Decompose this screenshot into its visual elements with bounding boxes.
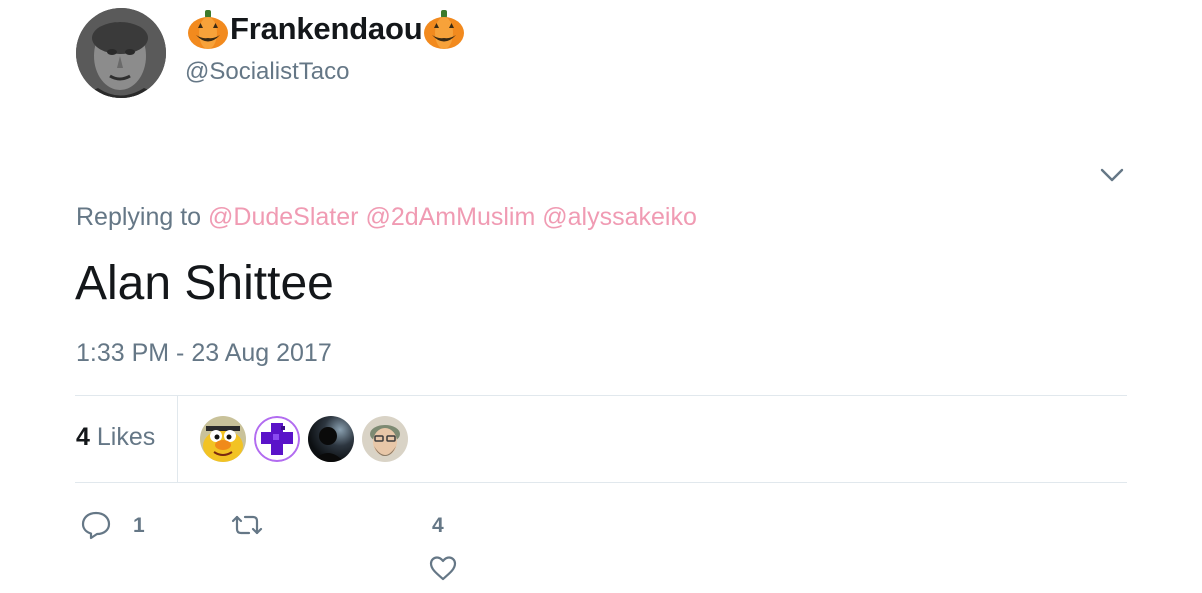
liker-avatar-silhouette[interactable]: [308, 416, 354, 462]
pumpkin-icon: [422, 8, 466, 50]
reply-button[interactable]: [80, 510, 112, 540]
display-name-text: Frankendaou: [230, 11, 423, 46]
heart-icon: [429, 556, 457, 581]
divider: [75, 395, 1127, 396]
mention-link[interactable]: @2dAmMuslim: [365, 203, 535, 231]
replying-prefix: Replying to: [76, 203, 202, 231]
chevron-down-icon[interactable]: [1099, 164, 1125, 186]
divider-vertical: [177, 396, 178, 482]
reply-icon: [81, 511, 111, 540]
liker-avatar-bearded-man[interactable]: [362, 416, 408, 462]
like-button[interactable]: [428, 554, 458, 582]
retweet-icon: [231, 515, 263, 535]
like-count: 4: [432, 514, 444, 537]
reply-count: 1: [133, 514, 145, 537]
liker-avatar-bert[interactable]: [200, 416, 246, 462]
replying-to: Replying to @DudeSlater @2dAmMuslim @aly…: [76, 203, 697, 232]
mention-link[interactable]: @DudeSlater: [208, 203, 358, 231]
likes-label: Likes: [96, 423, 156, 451]
likes-count[interactable]: 4 Likes: [76, 423, 155, 452]
user-handle[interactable]: @SocialistTaco: [185, 58, 349, 86]
mention-link[interactable]: @alyssakeiko: [542, 203, 697, 231]
divider: [75, 482, 1127, 483]
liker-avatar-purple-cross[interactable]: [254, 416, 300, 462]
pumpkin-icon: [186, 8, 230, 50]
likes-number: 4: [76, 423, 90, 451]
retweet-button[interactable]: [229, 511, 265, 539]
display-name[interactable]: Frankendaou: [186, 8, 466, 50]
user-avatar[interactable]: [76, 8, 166, 98]
tweet-text: Alan Shittee: [75, 257, 334, 310]
tweet-timestamp[interactable]: 1:33 PM - 23 Aug 2017: [76, 339, 332, 368]
